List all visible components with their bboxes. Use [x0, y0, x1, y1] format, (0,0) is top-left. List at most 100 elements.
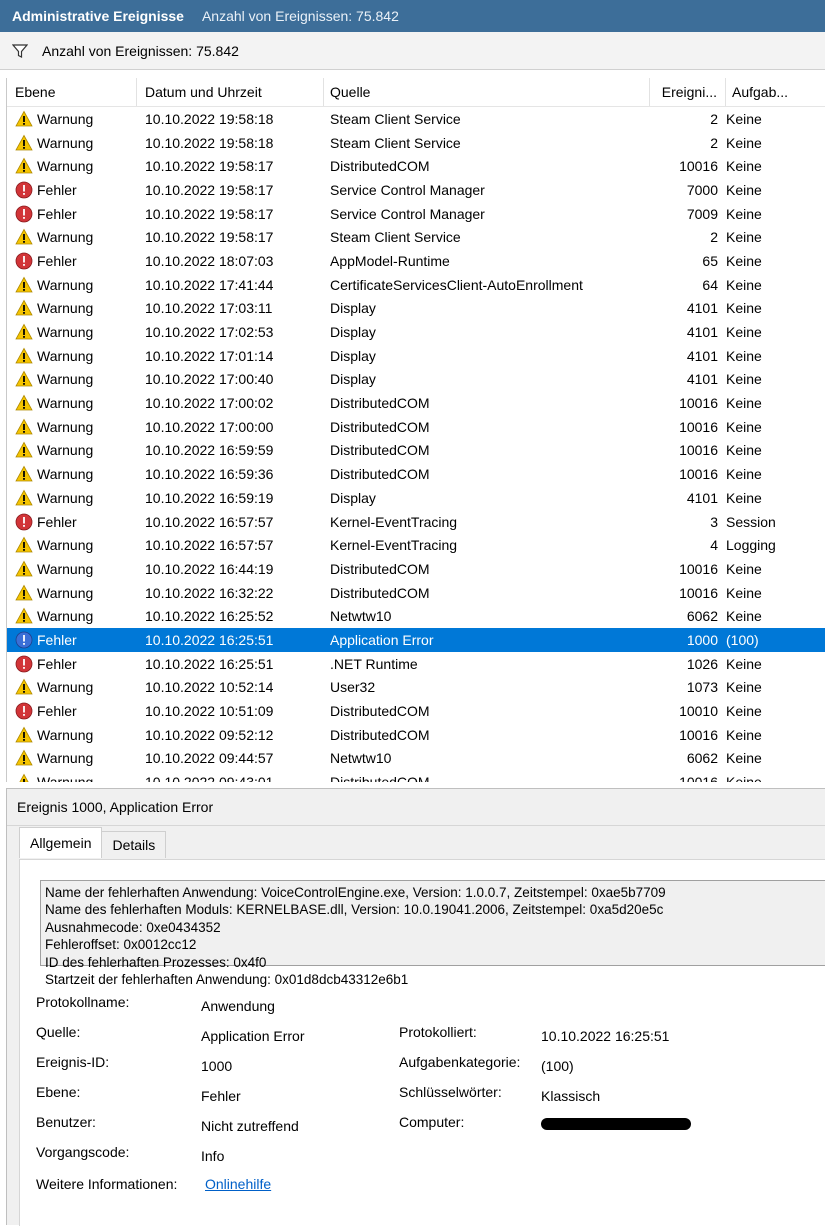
table-row[interactable]: Fehler 10.10.2022 10:51:09 DistributedCOM 1…	[7, 699, 825, 723]
cell-eventid: 6062	[686, 750, 718, 767]
event-id-value: 1000	[201, 1058, 233, 1074]
table-row[interactable]: Warnung 10.10.2022 09:44:57 Netwtw10 6062 Ke…	[7, 747, 825, 771]
table-row[interactable]: Warnung 10.10.2022 09:43:01DistributedCOM…	[7, 770, 825, 782]
cell-datetime: 10.10.2022 19:58:18	[145, 134, 274, 151]
cell-datetime: 10.10.2022 10:52:14	[145, 679, 274, 696]
table-row[interactable]: Fehler 10.10.2022 19:58:17 Service Control…	[7, 178, 825, 202]
column-header-task[interactable]: Aufgab...	[726, 78, 825, 106]
cell-datetime: 10.10.2022 16:44:19	[145, 560, 274, 577]
table-row[interactable]: Warnung 10.10.2022 17:02:53 Display 4101 Kei…	[7, 320, 825, 344]
source-label: Quelle:	[36, 1024, 81, 1040]
cell-source: Display	[330, 489, 376, 506]
cell-source: DistributedCOM	[330, 418, 430, 435]
cell-task: Keine	[726, 252, 762, 269]
tab-allgemein[interactable]: Allgemein	[19, 827, 103, 858]
warning-icon	[15, 276, 33, 293]
cell-task: Logging	[726, 537, 776, 554]
level-text: Warnung	[37, 774, 93, 782]
cell-level: Warnung	[7, 536, 137, 554]
cell-datetime: 10.10.2022 16:25:51	[145, 631, 274, 648]
table-row[interactable]: Warnung 10.10.2022 16:32:22 DistributedCOM…	[7, 581, 825, 605]
table-row[interactable]: Warnung 10.10.2022 10:52:14 User32 1073 Kein…	[7, 676, 825, 700]
table-row[interactable]: Warnung 10.10.2022 19:58:17 Steam Client S…	[7, 225, 825, 249]
level-text: Warnung	[37, 229, 94, 246]
table-row[interactable]: Warnung 10.10.2022 16:59:19 Display 4101 Kei…	[7, 486, 825, 510]
online-help-link[interactable]: Onlinehilfe	[205, 1176, 271, 1192]
table-row[interactable]: Warnung 10.10.2022 17:00:00 DistributedCOM…	[7, 415, 825, 439]
table-row[interactable]: Warnung 10.10.2022 17:03:11 Display 4101 Kei…	[7, 297, 825, 321]
warning-icon	[15, 726, 33, 743]
table-row[interactable]: Warnung 10.10.2022 16:25:52 Netwtw10 6062 Ke…	[7, 604, 825, 628]
table-row[interactable]: Warnung 10.10.2022 16:44:19 DistributedCOM…	[7, 557, 825, 581]
column-header-datetime[interactable]: Datum und Uhrzeit	[137, 78, 324, 106]
cell-task: Keine	[726, 489, 762, 506]
table-row[interactable]: Fehler 10.10.2022 16:57:57 Kernel-EventTra…	[7, 510, 825, 534]
cell-task: Keine	[726, 205, 762, 222]
table-row[interactable]: Warnung 10.10.2022 16:57:57 Kernel-EventTr…	[7, 533, 825, 557]
level-text: Fehler	[37, 181, 77, 198]
table-row[interactable]: Fehler 10.10.2022 18:07:03 AppModel-Runtim…	[7, 249, 825, 273]
column-header-eventid[interactable]: Ereigni...	[650, 78, 726, 106]
cell-task: Keine	[726, 158, 762, 175]
event-count-title: Anzahl von Ereignissen: 75.842	[201, 8, 399, 24]
event-table[interactable]: Ebene Datum und Uhrzeit Quelle Ereigni..…	[6, 78, 825, 782]
cell-source: DistributedCOM	[330, 703, 430, 720]
table-row[interactable]: Fehler 10.10.2022 16:25:51 .NET Runtime 102…	[7, 652, 825, 676]
cell-source: AppModel-Runtime	[330, 252, 450, 269]
table-row[interactable]: Fehler 10.10.2022 19:58:17 Service Control…	[7, 202, 825, 226]
column-header-level[interactable]: Ebene	[7, 78, 137, 106]
level-text: Warnung	[37, 395, 94, 412]
table-row[interactable]: Warnung 10.10.2022 16:59:59 DistributedCOM…	[7, 439, 825, 463]
cell-task: Keine	[726, 324, 762, 341]
tab-details[interactable]: Details	[101, 831, 167, 858]
cell-datetime: 10.10.2022 19:58:18	[145, 110, 274, 127]
table-row[interactable]: Warnung 10.10.2022 17:41:44 CertificateSer…	[7, 273, 825, 297]
warning-icon	[15, 228, 33, 245]
cell-level: Fehler	[7, 513, 137, 531]
cell-eventid: 2	[710, 229, 718, 246]
level-text: Warnung	[37, 466, 94, 483]
table-row[interactable]: Warnung 10.10.2022 17:01:14 Display 4101 Kei…	[7, 344, 825, 368]
logged-label: Protokolliert:	[399, 1024, 477, 1040]
cell-task: Keine	[726, 679, 762, 696]
error-icon	[15, 655, 33, 673]
table-row[interactable]: Warnung 10.10.2022 16:59:36 DistributedCOM…	[7, 462, 825, 486]
cell-eventid: 10016	[679, 584, 718, 601]
table-row[interactable]: Warnung 10.10.2022 19:58:18 Steam Client S…	[7, 131, 825, 155]
table-row[interactable]: Warnung 10.10.2022 19:58:18 Steam Client S…	[7, 107, 825, 131]
cell-eventid: 1026	[686, 655, 718, 672]
table-row[interactable]: Warnung 10.10.2022 17:00:02 DistributedCOM…	[7, 391, 825, 415]
level-text: Warnung	[37, 608, 94, 625]
cell-eventid: 10016	[679, 726, 718, 743]
warning-icon	[15, 465, 33, 482]
cell-task: Keine	[726, 560, 762, 577]
filter-count-text: Anzahl von Ereignissen: 75.842	[42, 42, 239, 59]
table-row[interactable]: Warnung 10.10.2022 17:00:40 Display 4101 Kei…	[7, 368, 825, 392]
cell-task: Keine	[726, 418, 762, 435]
cell-source: DistributedCOM	[330, 158, 430, 175]
cell-source: Netwtw10	[330, 750, 392, 767]
table-row[interactable]: Warnung 10.10.2022 19:58:17 DistributedCOM…	[7, 154, 825, 178]
cell-task: Keine	[726, 300, 762, 317]
cell-source: Application Error	[330, 631, 434, 648]
cell-eventid: 10016	[679, 418, 718, 435]
cell-datetime: 10.10.2022 19:58:17	[145, 181, 274, 198]
cell-datetime: 10.10.2022 17:03:11	[145, 300, 273, 317]
cell-datetime: 10.10.2022 16:25:51	[145, 655, 274, 672]
user-label: Benutzer:	[36, 1114, 96, 1130]
cell-datetime: 10.10.2022 19:58:17	[145, 205, 274, 222]
details-title: Ereignis 1000, Application Error	[7, 789, 825, 826]
filter-icon[interactable]	[12, 43, 28, 59]
user-value: Nicht zutreffend	[201, 1118, 299, 1134]
cell-level: Warnung	[7, 228, 137, 246]
cell-level: Fehler	[7, 181, 137, 199]
cell-task: Keine	[726, 774, 825, 782]
table-row[interactable]: Fehler 10.10.2022 16:25:51 Application Err…	[7, 628, 825, 652]
cell-level: Fehler	[7, 631, 137, 649]
column-header-source[interactable]: Quelle	[324, 78, 650, 106]
event-message-box[interactable]: Name der fehlerhaften Anwendung: VoiceCo…	[40, 880, 825, 987]
cell-task: Keine	[726, 371, 762, 388]
cell-level: Fehler	[7, 205, 137, 223]
table-row[interactable]: Warnung 10.10.2022 09:52:12 DistributedCOM…	[7, 723, 825, 747]
cell-datetime: 10.10.2022 16:32:22	[145, 584, 274, 601]
